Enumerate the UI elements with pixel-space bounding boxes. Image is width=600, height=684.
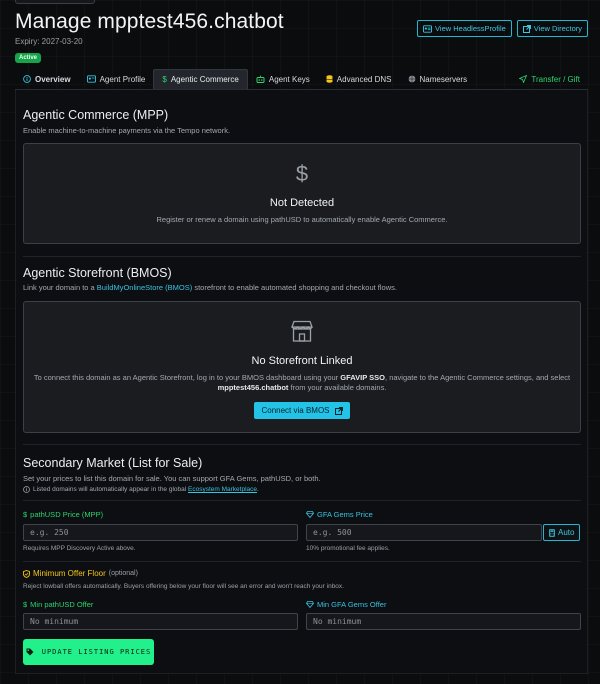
store-icon (291, 320, 313, 342)
dollar-icon: $ (295, 161, 309, 186)
page-header: Manage mpptest456.chatbot Expiry: 2027-0… (15, 10, 588, 63)
storefront-card: No Storefront Linked To connect this dom… (23, 301, 581, 433)
gems-price-label: GFA Gems Price (306, 510, 373, 519)
auto-price-button[interactable]: Auto (543, 524, 581, 541)
view-headless-profile-button[interactable]: View HeadlessProfile (417, 20, 512, 37)
ecosystem-marketplace-link[interactable]: Ecosystem Marketplace (188, 486, 257, 493)
tag-icon (26, 648, 34, 656)
send-icon (519, 75, 528, 83)
section-divider (23, 500, 581, 501)
gem-icon (306, 511, 314, 518)
tab-bar: Overview Agent Profile $ Agentic Commerc… (15, 69, 588, 90)
min-gems-input[interactable]: No minimum (306, 613, 581, 630)
shield-icon (23, 569, 30, 578)
market-title: Secondary Market (List for Sale) (23, 456, 203, 470)
tab-agent-profile[interactable]: Agent Profile (79, 69, 154, 89)
min-pathusd-label: $ Min pathUSD Offer (23, 600, 94, 609)
id-card-icon (86, 75, 96, 83)
tab-advanced-dns[interactable]: Advanced DNS (318, 69, 400, 89)
floor-title: Minimum Offer Floor (optional) (23, 569, 138, 578)
storefront-status-desc: To connect this domain as an Agentic Sto… (33, 373, 571, 392)
gems-price-input[interactable]: e.g. 500 (306, 524, 542, 541)
update-listing-prices-button[interactable]: UPDATE LISTING PRICES (23, 639, 154, 665)
mpp-status-desc: Register or renew a domain using pathUSD… (156, 215, 448, 224)
section-divider (23, 256, 581, 257)
min-pathusd-input[interactable]: No minimum (23, 613, 298, 630)
tab-nameservers[interactable]: Nameservers (400, 69, 476, 89)
storefront-status-title: No Storefront Linked (251, 355, 353, 367)
status-badge: Active (15, 53, 42, 63)
gem-icon (306, 601, 314, 608)
view-directory-button[interactable]: View Directory (516, 20, 588, 37)
mpp-status-card: $ Not Detected Register or renew a domai… (23, 143, 581, 244)
dollar-icon: $ (23, 510, 28, 519)
info-icon (23, 75, 31, 83)
bmos-link[interactable]: BuildMyOnlineStore (BMOS) (97, 283, 192, 292)
external-link-icon (334, 406, 343, 415)
pathusd-price-label: $ pathUSD Price (MPP) (23, 510, 104, 519)
storefront-description: Link your domain to a BuildMyOnlineStore… (23, 283, 397, 292)
dollar-icon: $ (162, 75, 167, 84)
pathusd-price-input[interactable]: e.g. 250 (23, 524, 298, 541)
floor-description: Reject lowball offers automatically. Buy… (23, 583, 344, 590)
tab-agentic-commerce[interactable]: $ Agentic Commerce (153, 69, 248, 89)
pathusd-price-help: Requires MPP Discovery Active above. (23, 545, 136, 552)
mpp-description: Enable machine-to-machine payments via t… (23, 126, 231, 135)
market-description: Set your prices to list this domain for … (23, 474, 321, 483)
mpp-status-title: Not Detected (269, 197, 335, 209)
min-gems-label: Min GFA Gems Offer (306, 600, 386, 609)
connect-bmos-button[interactable]: Connect via BMOS (254, 402, 350, 419)
calculator-icon (549, 528, 555, 537)
external-link-icon (522, 24, 531, 33)
section-divider (23, 561, 581, 562)
top-back-button[interactable] (15, 0, 95, 4)
section-divider (23, 444, 581, 445)
tab-agent-keys[interactable]: Agent Keys (248, 69, 318, 89)
database-icon (326, 75, 333, 83)
info-icon (23, 486, 30, 493)
expiry-date: Expiry: 2027-03-20 (15, 37, 83, 46)
market-note: Listed domains will automatically appear… (23, 486, 259, 493)
dollar-icon: $ (23, 600, 28, 609)
robot-icon (256, 75, 265, 83)
tab-overview[interactable]: Overview (15, 69, 79, 89)
globe-icon (408, 75, 415, 83)
tab-transfer-gift[interactable]: Transfer / Gift (511, 69, 588, 89)
storefront-title: Agentic Storefront (BMOS) (23, 266, 172, 280)
mpp-title: Agentic Commerce (MPP) (23, 108, 169, 122)
id-card-icon (423, 24, 433, 33)
gems-price-help: 10% promotional fee applies. (306, 545, 390, 552)
